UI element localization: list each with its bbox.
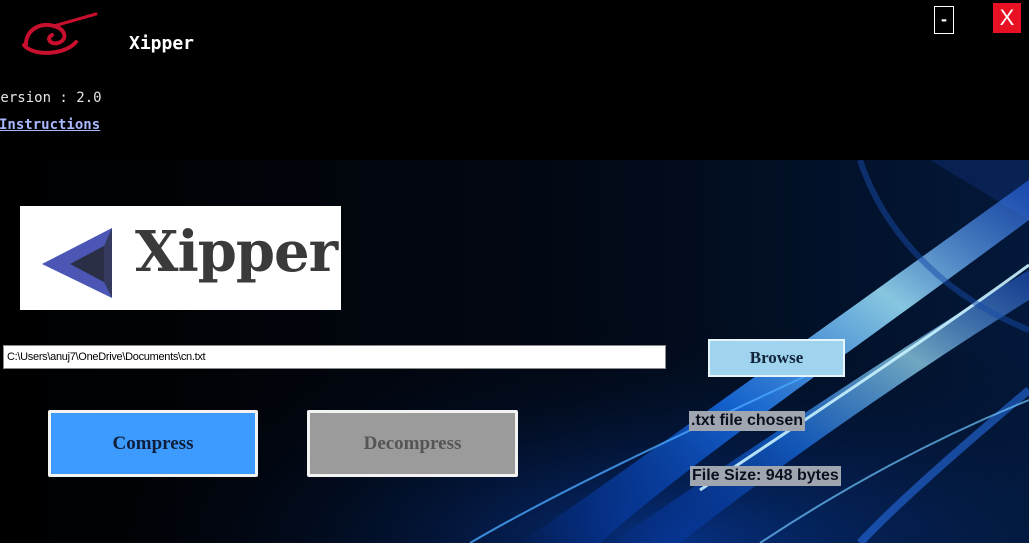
file-size-status: File Size: 948 bytes [690,466,841,486]
file-path-input[interactable] [3,345,666,369]
brand-logo-text: Xipper [135,219,338,285]
file-chosen-status: .txt file chosen [689,411,806,431]
brand-logo-card: Xipper [20,206,341,310]
minimize-button[interactable]: - [934,6,954,34]
compress-button[interactable]: Compress [48,410,258,477]
instructions-link[interactable]: Instructions [0,117,100,133]
konoha-swirl-icon [22,12,98,55]
decompress-button[interactable]: Decompress [307,410,518,477]
title-bar [0,0,1029,160]
app-title: Xipper [129,33,195,54]
close-button[interactable]: X [993,3,1021,33]
browse-button[interactable]: Browse [708,339,845,377]
version-label: Version : 2.0 [0,90,102,106]
